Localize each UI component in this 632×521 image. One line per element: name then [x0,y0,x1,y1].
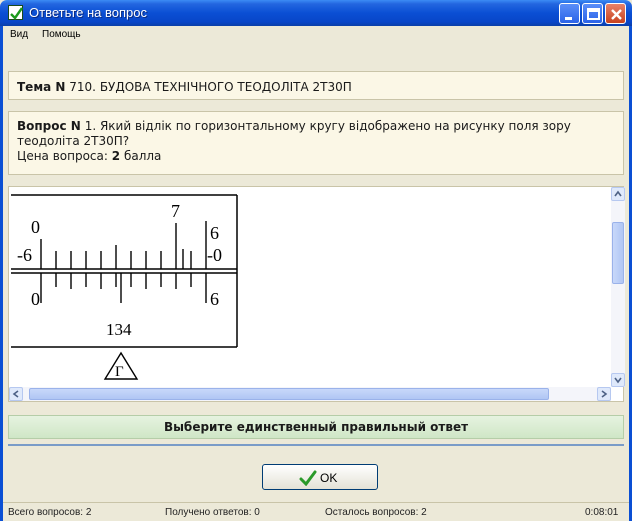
question-text-block: Вопрос N 1. Який відлік по горизонтально… [17,119,617,164]
scroll-down-button[interactable] [611,373,625,387]
theodolite-figure: 0 -6 7 6 -0 0 6 134 Г [11,194,238,380]
question-label: Вопрос N [17,119,81,133]
topic-panel: Тема N 710. БУДОВА ТЕХНІЧНОГО ТЕОДОЛІТА … [8,71,624,100]
status-remaining: Осталось вопросов: 2 [325,507,427,518]
instruction-text: Выберите единственный правильный ответ [163,420,469,434]
menu-view[interactable]: Вид [10,29,28,40]
window-title: Ответьте на вопрос [29,5,147,20]
lower-mid-label: 134 [106,320,132,339]
minimize-button[interactable] [559,3,580,24]
figure-area[interactable]: 0 -6 7 6 -0 0 6 134 Г [8,186,625,402]
app-check-icon [8,5,23,20]
vertical-scrollbar[interactable] [611,187,625,387]
status-bar: Всего вопросов: 2 Получено ответов: 0 Ос… [3,502,629,521]
scroll-right-button[interactable] [597,387,611,401]
upper-right-top-label: 6 [210,223,219,243]
upper-left-bottom-label: -6 [17,245,32,265]
topic-label: Тема N [17,80,66,94]
instruction-bar: Выберите единственный правильный ответ [8,415,624,439]
question-text: 1. Який відлік по горизонтальному кругу … [17,119,571,148]
lower-right-label: 6 [210,289,219,309]
topic-text: Тема N 710. БУДОВА ТЕХНІЧНОГО ТЕОДОЛІТА … [17,80,352,94]
separator [8,444,624,446]
close-button[interactable] [605,3,626,24]
triangle-letter: Г [115,364,124,380]
scroll-up-button[interactable] [611,187,625,201]
upper-mid-label: 7 [171,201,180,221]
menu-bar: Вид Помощь [3,26,629,44]
horizontal-scrollbar[interactable] [9,387,611,401]
status-total: Всего вопросов: 2 [8,507,92,518]
status-time: 0:08:01 [585,507,619,518]
question-panel: Вопрос N 1. Який відлік по горизонтально… [8,111,624,175]
topic-title: 710. БУДОВА ТЕХНІЧНОГО ТЕОДОЛІТА 2Т30П [69,80,352,94]
horizontal-scroll-thumb[interactable] [29,388,549,400]
question-price-label: Цена вопроса: [17,149,108,163]
upper-left-top-label: 0 [31,217,40,237]
vertical-scroll-thumb[interactable] [612,222,624,284]
upper-right-bottom-label: -0 [207,245,222,265]
status-answered: Получено ответов: 0 [165,507,260,518]
ok-button-label: OK [320,471,338,485]
question-price-unit: балла [123,149,162,163]
lower-left-label: 0 [31,289,40,309]
check-icon [299,470,317,486]
title-bar[interactable]: Ответьте на вопрос [0,0,632,26]
ok-button[interactable]: OK [262,464,378,490]
maximize-button[interactable] [582,3,603,24]
menu-help[interactable]: Помощь [42,29,81,40]
question-price-value: 2 [111,149,121,163]
scroll-left-button[interactable] [9,387,23,401]
